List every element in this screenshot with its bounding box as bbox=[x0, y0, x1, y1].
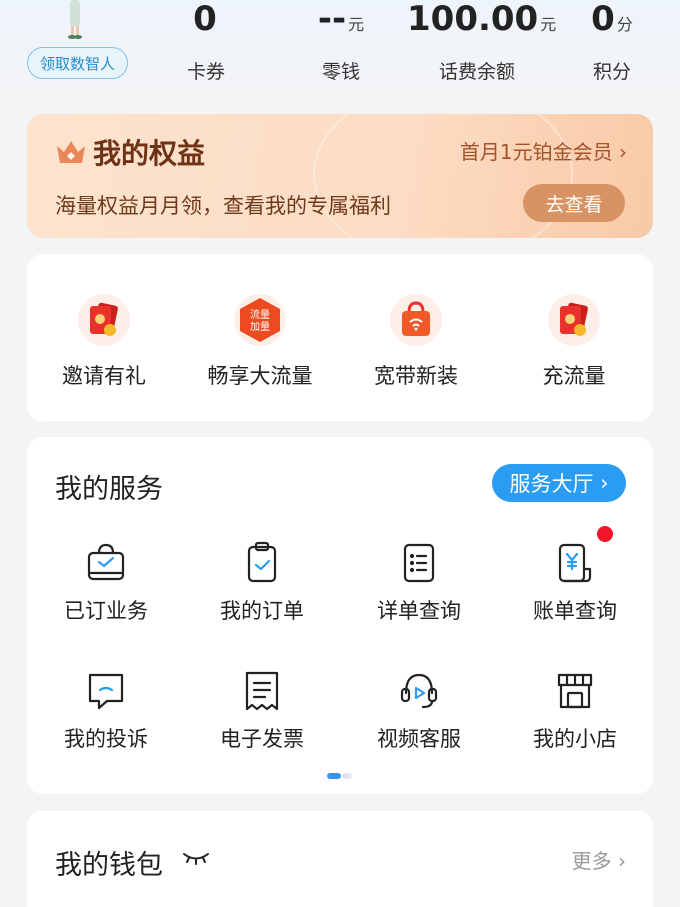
eye-closed-icon[interactable] bbox=[181, 849, 211, 867]
notification-dot bbox=[597, 526, 613, 542]
promo-label: 畅享大流量 bbox=[207, 364, 313, 388]
crown-icon bbox=[57, 141, 85, 163]
service-hall-button[interactable]: 服务大厅 › bbox=[492, 464, 626, 502]
chevron-right-icon: › bbox=[618, 849, 626, 873]
service-label: 我的投诉 bbox=[64, 727, 148, 751]
service-label: 视频客服 bbox=[377, 727, 461, 751]
video-service-icon bbox=[400, 673, 438, 709]
service-my-orders[interactable]: 我的订单 bbox=[187, 541, 337, 625]
service-hall-label: 服务大厅 bbox=[509, 472, 594, 496]
stat-value: -- bbox=[317, 0, 347, 39]
bill-icon bbox=[558, 543, 592, 583]
broadband-bag-icon bbox=[390, 294, 442, 346]
stat-unit: 分 bbox=[616, 15, 633, 34]
rights-description: 海量权益月月领，查看我的专属福利 bbox=[55, 194, 391, 218]
service-label: 已订业务 bbox=[64, 599, 148, 623]
stat-label: 积分 bbox=[592, 61, 631, 83]
promo-label: 充流量 bbox=[542, 364, 606, 388]
promo-recharge-data[interactable]: 充流量 bbox=[499, 292, 649, 390]
stat-unit: 元 bbox=[348, 15, 365, 34]
rights-title: 我的权益 bbox=[93, 137, 206, 170]
my-services-card: 我的服务 服务大厅 › 已订业务 我的订单 详单查询 账单查询 我的投诉 电子发… bbox=[27, 437, 653, 794]
promo-card: 邀请有礼 流量 加量 畅享大流量 宽带新装 充流量 bbox=[27, 254, 653, 421]
stat-label: 话费余额 bbox=[438, 61, 515, 83]
detail-list-icon bbox=[403, 543, 435, 583]
page-dot-active bbox=[327, 773, 341, 779]
my-wallet-card: 我的钱包 更多 › bbox=[27, 811, 653, 907]
service-complaint[interactable]: 我的投诉 bbox=[31, 669, 181, 753]
wallet-more-link[interactable]: 更多 › bbox=[572, 845, 626, 874]
chevron-right-icon: › bbox=[619, 140, 627, 164]
page-dot bbox=[342, 773, 352, 779]
wallet-title: 我的钱包 bbox=[55, 850, 163, 881]
view-rights-button[interactable]: 去查看 bbox=[523, 184, 625, 222]
badge-line: 流量 bbox=[250, 308, 270, 321]
stat-label: 零钱 bbox=[321, 61, 360, 83]
services-title: 我的服务 bbox=[55, 474, 163, 505]
promo-invite[interactable]: 邀请有礼 bbox=[29, 292, 179, 390]
service-video-support[interactable]: 视频客服 bbox=[344, 669, 494, 753]
service-subscribed[interactable]: 已订业务 bbox=[31, 541, 181, 625]
stat-change[interactable]: -- 元 零钱 bbox=[271, 0, 411, 84]
invoice-icon bbox=[245, 671, 279, 711]
digital-human-icon bbox=[68, 0, 82, 39]
stat-value: 0 bbox=[591, 0, 615, 39]
promo-label: 邀请有礼 bbox=[62, 364, 146, 388]
vip-link-label: 首月1元铂金会员 bbox=[459, 140, 613, 164]
red-envelope-icon bbox=[548, 294, 600, 346]
account-summary: 领取数智人 0 卡券 -- 元 零钱 100.00 元 话费余额 0分 积分 bbox=[0, 0, 680, 100]
order-clipboard-icon bbox=[247, 541, 277, 583]
vip-membership-link[interactable]: 首月1元铂金会员 › bbox=[460, 136, 627, 165]
claim-digital-human-button[interactable]: 领取数智人 bbox=[27, 47, 128, 79]
service-detail-query[interactable]: 详单查询 bbox=[344, 541, 494, 625]
stat-points[interactable]: 0分 积分 bbox=[542, 0, 680, 84]
page-indicator bbox=[327, 773, 353, 779]
stat-coupons[interactable]: 0 卡券 bbox=[136, 0, 276, 84]
service-label: 我的小店 bbox=[533, 727, 617, 751]
promo-data-boost[interactable]: 流量 加量 畅享大流量 bbox=[185, 292, 335, 390]
stat-phone-balance[interactable]: 100.00 元 话费余额 bbox=[407, 0, 556, 84]
service-e-invoice[interactable]: 电子发票 bbox=[187, 669, 337, 753]
stat-label: 卡券 bbox=[186, 61, 225, 83]
service-label: 电子发票 bbox=[220, 727, 304, 751]
badge-line: 加量 bbox=[250, 321, 270, 333]
service-bill-query[interactable]: 账单查询 bbox=[500, 541, 650, 625]
service-label: 详单查询 bbox=[377, 599, 461, 623]
complaint-icon bbox=[88, 673, 124, 710]
shop-icon bbox=[557, 673, 593, 709]
rights-banner[interactable]: 我的权益 首月1元铂金会员 › 海量权益月月领，查看我的专属福利 去查看 bbox=[27, 114, 653, 238]
more-label: 更多 bbox=[571, 849, 612, 873]
stat-value: 0 bbox=[193, 0, 217, 39]
service-label: 我的订单 bbox=[220, 599, 304, 623]
subscribed-icon bbox=[87, 543, 125, 581]
promo-label: 宽带新装 bbox=[374, 364, 458, 388]
chevron-right-icon: › bbox=[600, 471, 609, 495]
red-envelope-icon bbox=[78, 294, 130, 346]
data-boost-icon: 流量 加量 bbox=[234, 294, 286, 346]
promo-broadband[interactable]: 宽带新装 bbox=[341, 292, 491, 390]
stat-value: 100.00 bbox=[407, 0, 539, 39]
service-my-shop[interactable]: 我的小店 bbox=[500, 669, 650, 753]
service-label: 账单查询 bbox=[533, 599, 617, 623]
